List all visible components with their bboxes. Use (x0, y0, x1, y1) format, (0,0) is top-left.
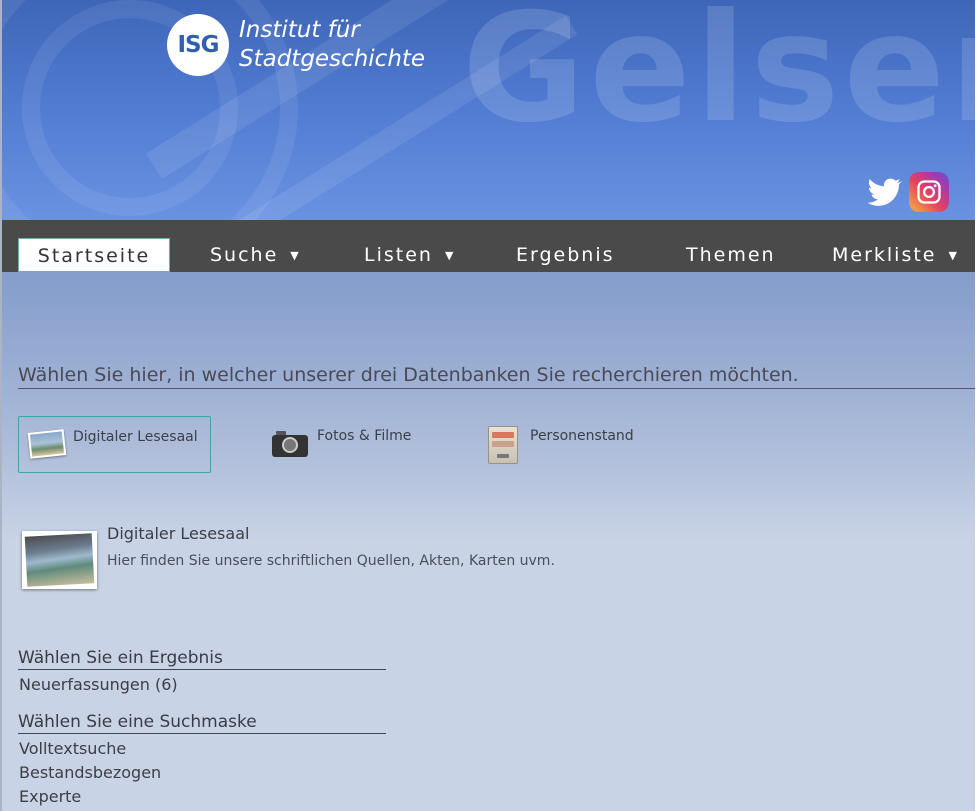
camera-icon (272, 430, 308, 457)
page: Gelsen ISG Institut für Stadtgeschichte (0, 0, 975, 811)
selected-database-detail: Digitaler Lesesaal Hier finden Sie unser… (22, 524, 555, 589)
twitter-icon[interactable] (864, 172, 904, 212)
banner-watermark: Gelsen (462, 0, 975, 156)
search-section-heading: Wählen Sie eine Suchmaske (18, 712, 386, 734)
search-link-volltextsuche[interactable]: Volltextsuche (19, 739, 126, 758)
logo-line-1: Institut für (239, 17, 360, 43)
result-section-heading: Wählen Sie ein Ergebnis (18, 648, 386, 670)
photo-icon (27, 429, 67, 459)
header-banner: Gelsen ISG Institut für Stadtgeschichte (2, 0, 975, 220)
database-option-fotos-filme[interactable]: Fotos & Filme (272, 416, 412, 457)
search-link-experte[interactable]: Experte (19, 787, 81, 806)
dropdown-caret-icon: ▼ (290, 249, 299, 262)
nav-suche[interactable]: Suche ▼ (210, 238, 299, 272)
logo-abbrev: ISG (177, 32, 219, 58)
cabinet-icon (488, 426, 518, 464)
database-option-digitaler-lesesaal[interactable]: Digitaler Lesesaal (18, 416, 211, 473)
nav-label: Ergebnis (516, 244, 615, 266)
database-choice-heading: Wählen Sie hier, in welcher unserer drei… (18, 364, 975, 389)
dropdown-caret-icon: ▼ (444, 249, 454, 262)
site-logo[interactable]: ISG Institut für Stadtgeschichte (167, 14, 425, 76)
nav-label: Listen (364, 244, 433, 266)
database-option-label: Fotos & Filme (317, 428, 412, 444)
nav-listen[interactable]: Listen ▼ (364, 238, 453, 272)
detail-title: Digitaler Lesesaal (107, 524, 250, 543)
nav-label: Startseite (37, 245, 151, 267)
nav-ergebnis[interactable]: Ergebnis (516, 238, 615, 272)
nav-label: Themen (686, 244, 776, 266)
nav-merkliste[interactable]: Merkliste ▼ (832, 238, 957, 272)
result-link-neuerfassungen[interactable]: Neuerfassungen (6) (19, 675, 178, 694)
nav-label: Merkliste (832, 244, 937, 266)
logo-text: Institut für Stadtgeschichte (239, 16, 425, 74)
logo-line-2: Stadtgeschichte (239, 46, 426, 72)
dropdown-caret-icon: ▼ (948, 249, 957, 262)
detail-description: Hier finden Sie unsere schriftlichen Que… (107, 553, 555, 569)
search-link-bestandsbezogen[interactable]: Bestandsbezogen (19, 763, 161, 782)
detail-text: Digitaler Lesesaal Hier finden Sie unser… (107, 524, 555, 589)
photo-icon (22, 531, 97, 589)
nav-startseite[interactable]: Startseite (18, 238, 170, 272)
database-option-label: Personenstand (530, 428, 634, 444)
nav-themen[interactable]: Themen (686, 238, 776, 272)
logo-mark: ISG (167, 14, 229, 76)
nav-label: Suche (210, 244, 279, 266)
database-option-personenstand[interactable]: Personenstand (488, 416, 634, 464)
instagram-icon[interactable] (909, 172, 949, 212)
database-option-label: Digitaler Lesesaal (73, 429, 198, 445)
main-navigation: Startseite Suche ▼ Listen ▼ Ergebnis Theme… (2, 220, 975, 272)
